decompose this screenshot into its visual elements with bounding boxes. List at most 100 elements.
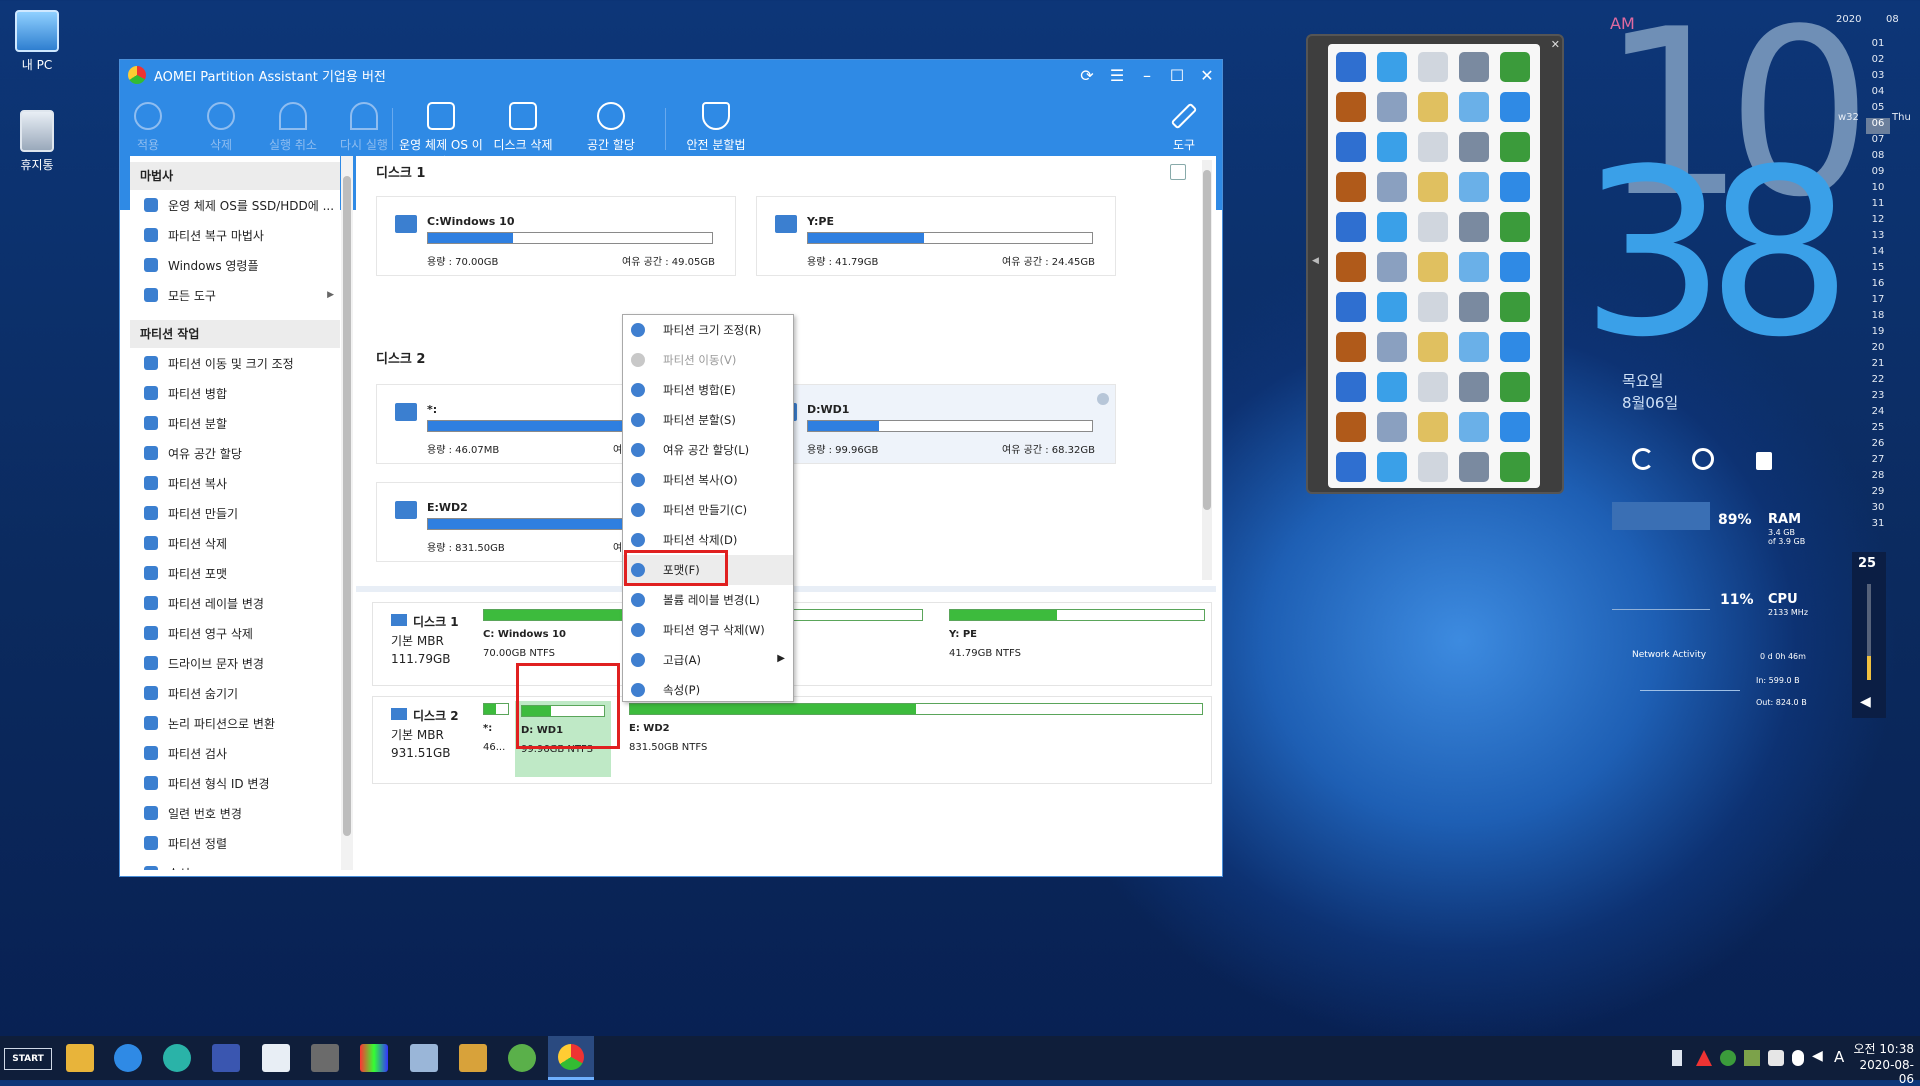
lock-icon[interactable] [1756,452,1772,470]
dock-app-icon[interactable] [1336,452,1366,482]
scroll-thumb[interactable] [343,176,351,836]
leaf-icon[interactable] [508,1044,536,1072]
desktop-icon-this-pc[interactable]: 내 PC [2,10,72,73]
monitor-icon[interactable] [410,1044,438,1072]
taskbar-active-app[interactable] [548,1036,594,1080]
context-menu-item[interactable]: 여유 공간 할당(L) [623,435,793,465]
view-toggle-icon[interactable] [1170,164,1186,180]
volume-tray-icon[interactable]: ◀ [1812,1048,1823,1064]
sidebar-item-op[interactable]: 일련 번호 변경 [130,798,340,828]
dock-app-icon[interactable] [1459,212,1489,242]
power-icon[interactable] [1692,448,1714,470]
dock-app-icon[interactable] [1459,412,1489,442]
sidebar-item-op[interactable]: 파티션 형식 ID 변경 [130,768,340,798]
taskbar-time[interactable]: 오전 10:38 [1848,1040,1914,1057]
dock-app-icon[interactable] [1418,292,1448,322]
dock-app-icon[interactable] [1336,212,1366,242]
context-menu-item[interactable]: 파티션 분할(S) [623,405,793,435]
tools-button[interactable]: 도구 [1154,96,1214,153]
context-menu-item[interactable]: 파티션 크기 조정(R) [623,315,793,345]
dock-app-icon[interactable] [1459,92,1489,122]
sidebar-item-op[interactable]: 드라이브 문자 변경 [130,648,340,678]
network-tray-icon[interactable] [1696,1050,1712,1066]
maximize-button[interactable]: ☐ [1162,60,1192,90]
dock-app-icon[interactable] [1377,372,1407,402]
map-partition-star[interactable]: *: 46... [483,703,509,773]
shield-tray-icon[interactable] [1768,1050,1784,1066]
dock-app-icon[interactable] [1418,172,1448,202]
context-menu-item[interactable]: 볼륨 레이블 변경(L) [623,585,793,615]
dock-app-icon[interactable] [1500,332,1530,362]
sidebar-item-op[interactable]: 속성 [130,858,340,870]
app-tray-icon[interactable] [1744,1050,1760,1066]
discard-button[interactable]: 삭제 [181,96,261,153]
notepad-icon[interactable] [262,1044,290,1072]
drop-tray-icon[interactable] [1792,1050,1804,1066]
partition-card-y[interactable]: Y:PE 용량 : 41.79GB 여유 공간 : 24.45GB [756,196,1116,276]
dock-collapse-icon[interactable]: ◀ [1312,256,1319,266]
dock-app-icon[interactable] [1377,52,1407,82]
undo-button[interactable]: 실행 취소 [253,96,333,153]
context-menu-item[interactable]: 고급(A) ▶ [623,645,793,675]
sidebar-item-op[interactable]: 파티션 포맷 [130,558,340,588]
sidebar-item-op[interactable]: 여유 공간 할당 [130,438,340,468]
sidebar-item-op[interactable]: 파티션 정렬 [130,828,340,858]
dock-app-icon[interactable] [1500,172,1530,202]
dock-app-icon[interactable] [1500,132,1530,162]
allocate-space-button[interactable]: 공간 할당 [571,96,651,153]
context-menu-item[interactable]: 파티션 이동(V) [623,345,793,375]
dock-app-icon[interactable] [1459,332,1489,362]
dock-app-icon[interactable] [1459,372,1489,402]
disk-view-scrollbar[interactable] [1202,160,1212,580]
dock-app-icon[interactable] [1459,172,1489,202]
partition-card-c[interactable]: C:Windows 10 용량 : 70.00GB 여유 공간 : 49.05G… [376,196,736,276]
map-partition-y[interactable]: Y: PE 41.79GB NTFS [949,609,1205,679]
disk-map-row-2[interactable]: 디스크 2 기본 MBR 931.51GB *: 46... D: WD1 99… [372,696,1212,784]
dock-app-icon[interactable] [1418,212,1448,242]
dock-app-icon[interactable] [1500,212,1530,242]
dock-app-icon[interactable] [1500,452,1530,482]
dock-app-icon[interactable] [1336,332,1366,362]
wipe-disk-button[interactable]: 디스크 삭제 [483,96,563,153]
volume-slider[interactable] [1867,584,1871,680]
scroll-thumb[interactable] [1203,170,1211,510]
dock-app-icon[interactable] [1500,372,1530,402]
dock-app-icon[interactable] [1336,292,1366,322]
gear-icon[interactable] [311,1044,339,1072]
refresh-icon[interactable]: ⟳ [1072,60,1102,90]
start-button[interactable]: START [4,1048,52,1070]
sidebar-item-migrate-os[interactable]: 운영 체제 OS를 SSD/HDD에 ... [130,190,340,220]
sidebar-item-op[interactable]: 파티션 복사 [130,468,340,498]
taskbar-date[interactable]: 2020-08-06 [1848,1058,1914,1086]
dock-app-icon[interactable] [1418,452,1448,482]
partition-card-d[interactable]: D:WD1 용량 : 99.96GB 여유 공간 : 68.32GB [756,384,1116,464]
dock-app-icon[interactable] [1418,372,1448,402]
map-partition-e[interactable]: E: WD2 831.50GB NTFS [629,703,1203,773]
dock-app-icon[interactable] [1500,52,1530,82]
r-app-icon[interactable] [459,1044,487,1072]
dock-app-icon[interactable] [1418,252,1448,282]
dock-app-icon[interactable] [1336,412,1366,442]
sidebar-item-op[interactable]: 파티션 검사 [130,738,340,768]
dock-app-icon[interactable] [1336,372,1366,402]
sidebar-item-recovery-wizard[interactable]: 파티션 복구 마법사 [130,220,340,250]
edge-icon[interactable] [163,1044,191,1072]
dock-app-icon[interactable] [1500,252,1530,282]
context-menu-item[interactable]: 파티션 복사(O) [623,465,793,495]
sidebar-item-op[interactable]: 파티션 레이블 변경 [130,588,340,618]
dock-app-icon[interactable] [1459,252,1489,282]
dock-app-icon[interactable] [1377,332,1407,362]
dock-app-icon[interactable] [1459,132,1489,162]
utorrent-tray-icon[interactable] [1720,1050,1736,1066]
title-bar[interactable]: AOMEI Partition Assistant 기업용 버전 ⟳ ☰ – ☐… [120,60,1222,90]
sidebar-item-op[interactable]: 파티션 만들기 [130,498,340,528]
minimize-button[interactable]: – [1132,60,1162,90]
floppy-icon[interactable] [212,1044,240,1072]
sidebar-item-op[interactable]: 파티션 삭제 [130,528,340,558]
dock-app-icon[interactable] [1377,452,1407,482]
usb-icon[interactable] [1672,1050,1682,1066]
sidebar-item-op[interactable]: 파티션 분할 [130,408,340,438]
desktop-icon-recycle-bin[interactable]: 휴지통 [2,110,72,173]
context-menu-item[interactable]: 파티션 병합(E) [623,375,793,405]
file-explorer-icon[interactable] [66,1044,94,1072]
